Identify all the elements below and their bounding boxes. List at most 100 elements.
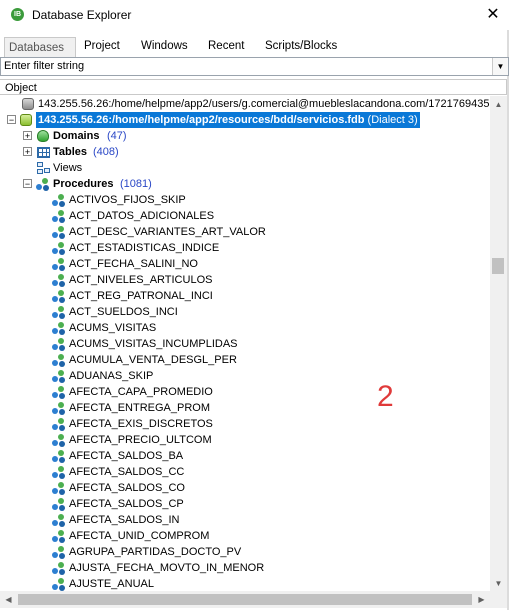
tab-databases[interactable]: Databases [4,37,76,59]
group-count: (1081) [120,178,152,190]
title-bar: IB Database Explorer ✕ [0,0,509,30]
procedure-label: ACTIVOS_FIJOS_SKIP [69,194,186,206]
procedure-icon [52,466,66,479]
procedure-icon [52,578,66,591]
scroll-thumb[interactable] [18,594,472,605]
filter-input[interactable] [4,59,484,73]
procedure-label: AJUSTA_FECHA_MOVTO_IN_MENOR [69,562,265,574]
scroll-left-icon[interactable]: ◀ [0,591,17,608]
procedure-label: ACT_FECHA_SALINI_NO [69,258,198,270]
annotation-number: 2 [377,380,394,413]
procedure-icon [52,194,66,207]
procedure-label: ACT_ESTADISTICAS_INDICE [69,242,220,254]
procedure-label: ACUMS_VISITAS [69,322,157,334]
procedure-label: ACT_DATOS_ADICIONALES [69,210,215,222]
scroll-right-icon[interactable]: ▶ [473,591,490,608]
tab-label: Windows [141,40,188,52]
procedure-label: ACUMULA_VENTA_DESGL_PER [69,354,237,366]
procedure-label: AFECTA_SALDOS_IN [69,514,180,526]
procedure-label: AFECTA_PRECIO_ULTCOM [69,434,212,446]
procedure-label: AFECTA_SALDOS_BA [69,450,184,462]
procedure-label: AFECTA_CAPA_PROMEDIO [69,386,213,398]
views-icon [37,162,51,175]
filter-dropdown-button[interactable]: ▼ [492,58,508,75]
connection-label: 143.255.56.26:/home/helpme/app2/resource… [36,112,420,128]
tab-label: Databases [9,42,64,54]
object-tree[interactable]: 143.255.56.26:/home/helpme/app2/users/g.… [0,96,490,591]
procedure-icon [52,482,66,495]
chevron-down-icon: ▼ [496,62,505,71]
database-icon [22,98,34,110]
procedure-label: ACT_NIVELES_ARTICULOS [69,274,213,286]
group-label: Views [53,162,83,174]
tab-bar: Databases Project Windows Recent Scripts… [0,36,509,59]
group-count: (408) [93,146,119,158]
procedures-icon [36,178,50,191]
scrollbar-corner [490,591,507,608]
procedure-icon [52,354,66,367]
procedure-icon [52,274,66,287]
collapse-icon[interactable]: − [7,115,16,125]
procedure-icon [52,498,66,511]
procedure-icon [52,386,66,399]
procedure-icon [52,242,66,255]
procedure-icon [52,546,66,559]
procedure-label: AFECTA_SALDOS_CO [69,482,185,494]
group-label: Domains [53,130,100,142]
procedure-label: ACUMS_VISITAS_INCUMPLIDAS [69,338,238,350]
horizontal-scrollbar[interactable]: ◀ ▶ [0,591,490,608]
procedure-icon [52,258,66,271]
tab-label: Scripts/Blocks [265,40,338,52]
procedure-label: AGRUPA_PARTIDAS_DOCTO_PV [69,546,242,558]
procedure-icon [52,562,66,575]
procedure-label: AFECTA_ENTREGA_PROM [69,402,210,414]
procedure-label: AFECTA_SALDOS_CC [69,466,185,478]
connection-label: 143.255.56.26:/home/helpme/app2/users/g.… [38,98,490,110]
procedure-label: AFECTA_UNID_COMPROM [69,530,210,542]
procedure-icon [52,530,66,543]
tab-windows[interactable]: Windows [137,36,192,56]
procedure-icon [52,434,66,447]
scroll-down-icon[interactable]: ▼ [490,575,507,592]
tree-row-connection-selected[interactable]: − 143.255.56.26:/home/helpme/app2/resour… [0,112,490,128]
tab-scripts-blocks[interactable]: Scripts/Blocks [261,36,341,56]
group-label: Tables [53,146,88,158]
collapse-icon[interactable]: − [23,179,32,189]
window-title: Database Explorer [32,8,132,22]
procedure-icon [52,450,66,463]
tab-recent[interactable]: Recent [204,36,248,56]
procedure-icon [52,210,66,223]
procedure-icon [52,402,66,415]
filter-box: ▼ [0,57,509,76]
ib-logo-icon: IB [11,8,24,21]
expand-icon[interactable]: + [23,147,32,157]
database-icon [20,114,32,126]
procedure-icon [52,322,66,335]
procedure-label: ACT_DESC_VARIANTES_ART_VALOR [69,226,266,238]
procedure-label: AFECTA_EXIS_DISCRETOS [69,418,213,430]
procedure-label: ACT_SUELDOS_INCI [69,306,178,318]
domains-icon [37,130,49,142]
table-icon [37,147,50,158]
procedure-icon [52,226,66,239]
expand-icon[interactable]: + [23,131,32,141]
procedure-icon [52,290,66,303]
procedure-icon [52,418,66,431]
tree-column-header[interactable]: Object [0,79,507,95]
tab-label: Recent [208,40,245,52]
procedure-label: AFECTA_SALDOS_CP [69,498,184,510]
procedure-label: AJUSTE_ANUAL [69,578,154,590]
tab-label: Project [84,40,120,52]
procedure-icon [52,514,66,527]
scroll-thumb[interactable] [492,258,504,274]
procedure-icon [52,338,66,351]
group-count: (47) [107,130,127,142]
procedure-icon [52,306,66,319]
procedure-icon [52,370,66,383]
tab-project[interactable]: Project [80,36,124,56]
close-button[interactable]: ✕ [478,2,508,28]
scroll-up-icon[interactable]: ▲ [490,96,507,113]
vertical-scrollbar[interactable]: ▲ ▼ [490,96,507,592]
group-label: Procedures [53,178,114,190]
procedure-label: ADUANAS_SKIP [69,370,154,382]
